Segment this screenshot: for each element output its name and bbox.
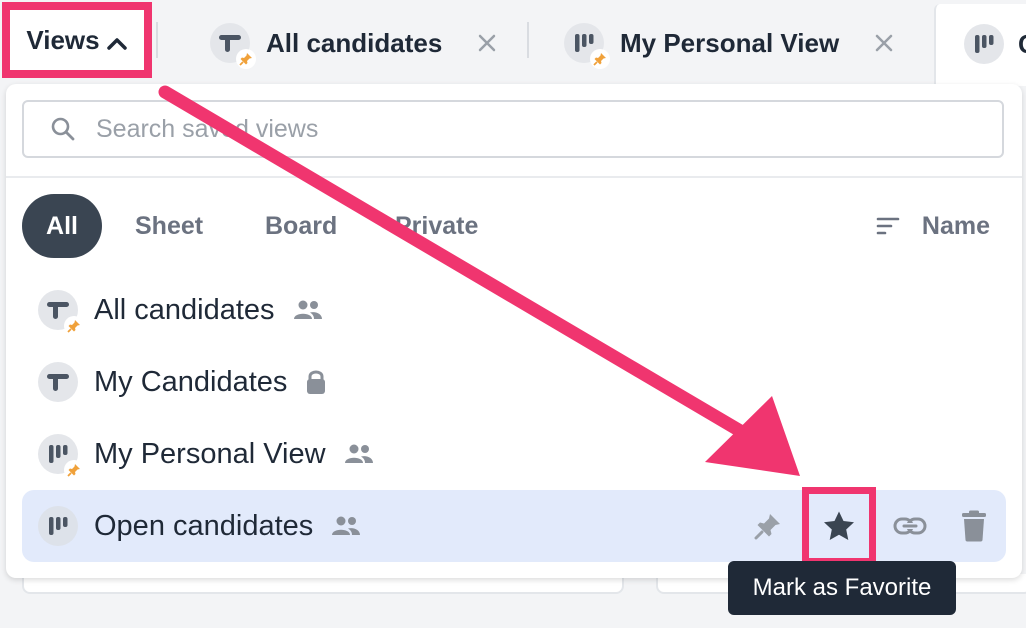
search-icon [50, 116, 76, 142]
view-name: Open candidates [94, 509, 314, 542]
filter-sheet[interactable]: Sheet [135, 194, 203, 258]
filter-all[interactable]: All [22, 194, 102, 258]
board-icon [38, 434, 84, 480]
view-name: My Personal View [94, 437, 326, 470]
row-actions [736, 487, 1006, 565]
pin-icon [64, 460, 84, 480]
tab-open-candidates[interactable]: C [934, 4, 1026, 86]
view-tabs-bar: Views All candidates My Personal View [0, 0, 1026, 86]
star-icon [822, 510, 856, 542]
shared-icon [331, 515, 361, 537]
tab-label: All candidates [266, 27, 443, 58]
sheet-icon [210, 23, 256, 69]
pin-icon [64, 316, 84, 336]
list-item[interactable]: My Personal View [22, 418, 1006, 490]
tooltip: Mark as Favorite [728, 561, 956, 615]
close-icon[interactable] [478, 34, 496, 52]
sort-icon [876, 216, 900, 236]
search-box[interactable] [22, 100, 1004, 158]
list-item[interactable]: All candidates [22, 274, 1006, 346]
list-item-hovered[interactable]: Open candidates [22, 487, 1006, 565]
board-icon [38, 506, 78, 546]
chevron-up-icon [106, 27, 128, 58]
view-name: My Candidates [94, 365, 288, 398]
board-icon [964, 24, 1004, 64]
tab-separator [527, 22, 529, 58]
sheet-icon [38, 362, 78, 402]
tab-separator [156, 22, 158, 58]
close-icon[interactable] [875, 34, 893, 52]
search-input[interactable] [94, 113, 1002, 145]
view-name: All candidates [94, 293, 275, 326]
tab-all-candidates[interactable]: All candidates [210, 14, 496, 72]
filter-private[interactable]: Private [395, 194, 478, 258]
tab-my-personal-view[interactable]: My Personal View [564, 14, 893, 72]
views-label: Views [26, 24, 100, 55]
board-icon [564, 23, 610, 69]
filter-board[interactable]: Board [265, 194, 337, 258]
tab-label: C [1018, 29, 1026, 60]
saved-views-dropdown: All Sheet Board Private Name All candida… [6, 84, 1022, 578]
tab-label: My Personal View [620, 27, 840, 58]
sheet-icon [38, 290, 84, 336]
divider [6, 176, 1022, 178]
pin-icon [590, 49, 610, 69]
link-icon[interactable] [878, 494, 942, 558]
views-menu-button[interactable]: Views [2, 2, 152, 78]
sort-label: Name [921, 211, 990, 240]
favorite-button[interactable] [802, 487, 876, 565]
pin-icon [236, 49, 256, 69]
shared-icon [344, 443, 374, 465]
sort-button[interactable]: Name [876, 194, 990, 258]
lock-icon [305, 369, 327, 395]
pin-icon[interactable] [736, 494, 800, 558]
trash-icon[interactable] [942, 494, 1006, 558]
shared-icon [293, 299, 323, 321]
list-item[interactable]: My Candidates [22, 346, 1006, 418]
